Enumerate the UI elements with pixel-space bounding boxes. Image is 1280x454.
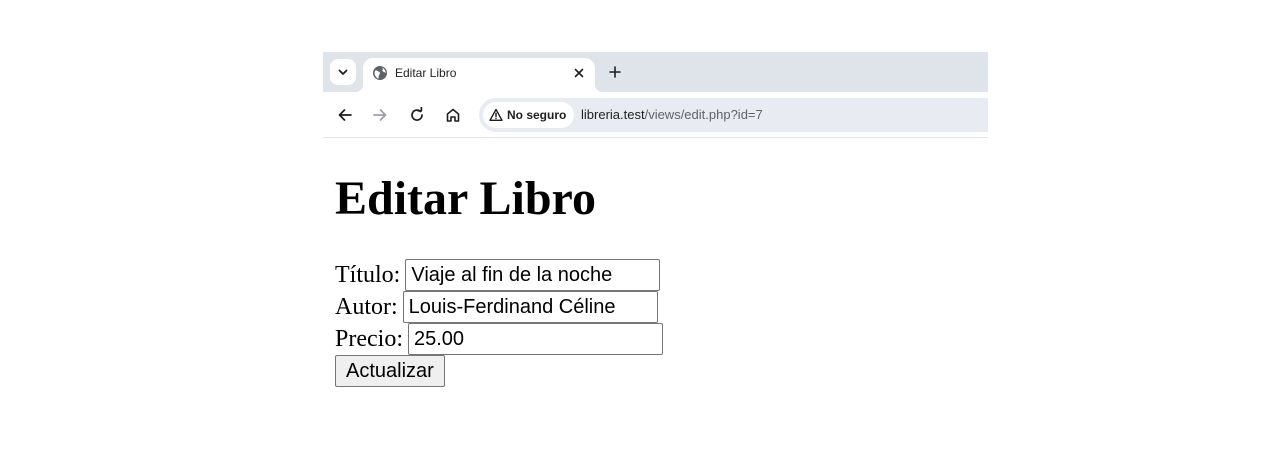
chevron-down-icon bbox=[338, 69, 348, 75]
forward-button[interactable] bbox=[370, 105, 390, 125]
back-button[interactable] bbox=[335, 105, 355, 125]
url-host: libreria.test bbox=[581, 107, 645, 122]
price-label: Precio: bbox=[335, 325, 403, 352]
arrow-left-icon bbox=[338, 109, 352, 121]
address-bar[interactable]: No seguro libreria.test/views/edit.php?i… bbox=[479, 98, 988, 132]
title-label: Título: bbox=[335, 261, 401, 288]
author-input[interactable] bbox=[402, 291, 658, 323]
tab-search-button[interactable] bbox=[330, 59, 356, 85]
home-button[interactable] bbox=[443, 105, 463, 125]
security-label: No seguro bbox=[507, 108, 567, 122]
update-button[interactable]: Actualizar bbox=[335, 355, 445, 387]
plus-icon bbox=[609, 66, 621, 78]
url-path: /views/edit.php?id=7 bbox=[644, 107, 763, 122]
author-label: Autor: bbox=[335, 293, 398, 320]
warning-icon bbox=[489, 108, 503, 121]
page-title: Editar Libro bbox=[335, 172, 596, 225]
browser-window: Editar Libro No seguro libreria.test/vie… bbox=[323, 52, 988, 140]
reload-icon bbox=[411, 107, 423, 121]
title-row: Título: bbox=[335, 259, 663, 291]
edit-book-form: Título: Autor: Precio: Actualizar bbox=[335, 259, 663, 387]
tab-title: Editar Libro bbox=[395, 66, 457, 80]
new-tab-button[interactable] bbox=[605, 62, 625, 82]
globe-icon bbox=[373, 66, 387, 80]
reload-button[interactable] bbox=[407, 105, 427, 125]
submit-row: Actualizar bbox=[335, 355, 663, 387]
page-content: Editar Libro Título: Autor: Precio: Actu… bbox=[335, 170, 663, 387]
arrow-right-icon bbox=[373, 109, 387, 121]
close-icon bbox=[574, 68, 584, 78]
tab-strip: Editar Libro bbox=[323, 52, 988, 92]
title-input[interactable] bbox=[405, 259, 661, 291]
close-tab-button[interactable] bbox=[571, 65, 587, 81]
browser-toolbar: No seguro libreria.test/views/edit.php?i… bbox=[323, 92, 988, 138]
security-chip[interactable]: No seguro bbox=[483, 102, 575, 128]
tab-active[interactable]: Editar Libro bbox=[355, 58, 603, 92]
price-input[interactable] bbox=[407, 323, 663, 355]
price-row: Precio: bbox=[335, 323, 663, 355]
home-icon bbox=[446, 108, 460, 122]
url-text[interactable]: libreria.test/views/edit.php?id=7 bbox=[581, 107, 763, 122]
author-row: Autor: bbox=[335, 291, 663, 323]
